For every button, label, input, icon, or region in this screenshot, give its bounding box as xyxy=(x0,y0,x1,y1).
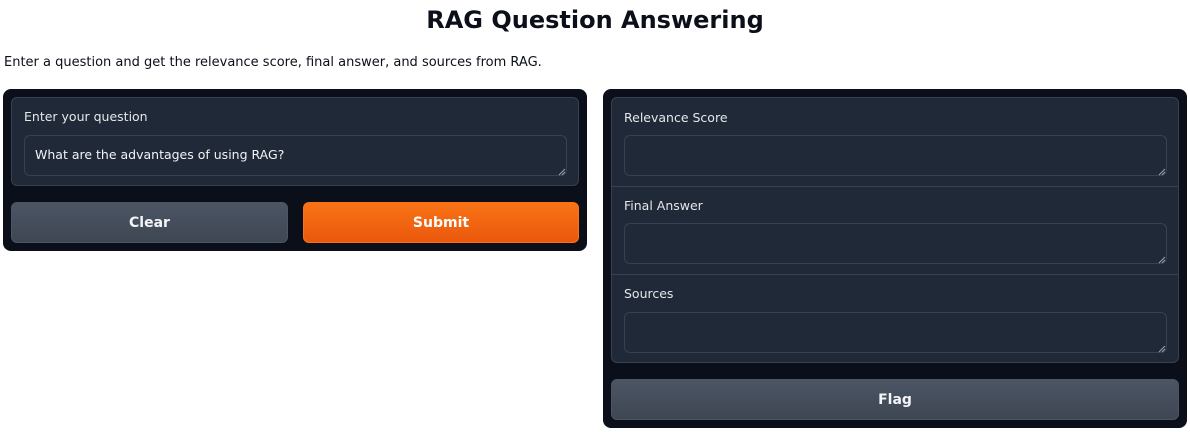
field-divider xyxy=(612,274,1178,275)
question-input[interactable] xyxy=(24,135,567,176)
field-divider xyxy=(612,186,1178,187)
sources-label: Sources xyxy=(624,286,674,301)
final-answer-label: Final Answer xyxy=(624,198,703,213)
page-description: Enter a question and get the relevance s… xyxy=(4,55,542,70)
submit-button[interactable]: Submit xyxy=(303,202,579,243)
question-label: Enter your question xyxy=(24,109,148,124)
page-title: RAG Question Answering xyxy=(426,6,764,34)
final-answer-output[interactable] xyxy=(624,223,1167,264)
flag-button[interactable]: Flag xyxy=(611,379,1179,420)
outputs-block: Relevance Score Final Answer Sources xyxy=(611,97,1179,363)
output-panel: Relevance Score Final Answer Sources Fla… xyxy=(603,89,1187,428)
question-block: Enter your question xyxy=(11,97,579,186)
input-panel: Enter your question Clear Submit xyxy=(3,89,587,251)
relevance-score-output[interactable] xyxy=(624,135,1167,176)
clear-button[interactable]: Clear xyxy=(11,202,288,243)
sources-output[interactable] xyxy=(624,312,1167,353)
relevance-score-label: Relevance Score xyxy=(624,110,728,125)
